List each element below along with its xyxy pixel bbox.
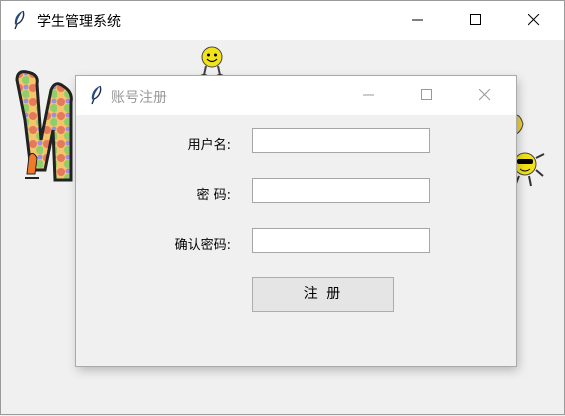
maximize-icon	[421, 89, 432, 100]
register-dialog: 账号注册 用户名: 密 码: 确认密码: 注 册	[76, 76, 516, 366]
username-label: 用户名:	[187, 138, 231, 153]
dialog-titlebar[interactable]: 账号注册	[76, 76, 516, 115]
password-label: 密 码:	[196, 188, 231, 203]
close-icon	[528, 14, 540, 26]
letter-w-graphic	[15, 70, 73, 182]
dialog-close-button[interactable]	[462, 76, 508, 115]
smiley-face-icon	[200, 46, 224, 78]
password-input[interactable]	[252, 178, 430, 203]
close-icon	[479, 89, 491, 101]
dialog-title: 账号注册	[111, 90, 167, 106]
feather-icon	[91, 85, 102, 105]
main-window: 学生管理系统 账号注册 用户名: 密 码: 确认密码: 注 册	[0, 0, 565, 415]
feather-icon	[14, 10, 25, 30]
main-titlebar[interactable]: 学生管理系统	[1, 1, 564, 40]
main-window-title: 学生管理系统	[37, 14, 121, 30]
register-button[interactable]: 注 册	[252, 277, 394, 312]
minimize-icon	[412, 19, 423, 21]
maximize-button[interactable]	[453, 1, 499, 40]
minimize-button[interactable]	[395, 1, 441, 40]
username-input[interactable]	[252, 128, 430, 153]
minimize-icon	[363, 94, 374, 96]
dialog-minimize-button[interactable]	[346, 76, 392, 115]
close-button[interactable]	[511, 1, 557, 40]
smiley-with-sunglasses-icon	[511, 114, 545, 187]
confirm-password-label: 确认密码:	[174, 238, 231, 253]
maximize-icon	[470, 14, 481, 25]
dialog-maximize-button[interactable]	[404, 76, 450, 115]
confirm-password-input[interactable]	[252, 228, 430, 253]
